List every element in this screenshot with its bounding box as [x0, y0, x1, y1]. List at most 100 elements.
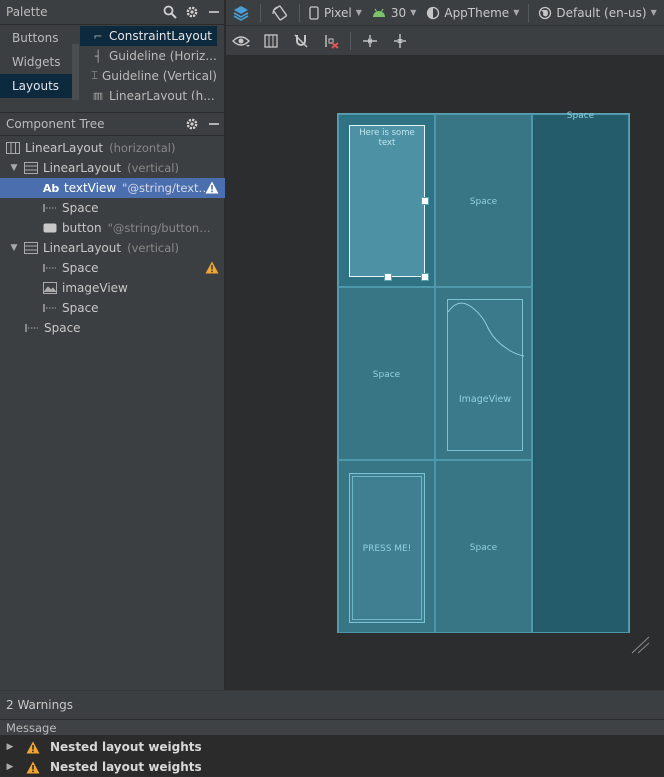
rotate-icon[interactable]	[265, 0, 295, 26]
palette-header: Palette	[0, 0, 225, 25]
pack-vertical-icon[interactable]	[385, 28, 415, 54]
tree-row-space[interactable]: Space	[0, 198, 225, 218]
space-label: Space	[372, 370, 401, 380]
layout-cell[interactable]: ImageView	[435, 287, 532, 460]
theme-dropdown[interactable]: AppTheme ▼	[421, 0, 524, 26]
palette-category-widgets[interactable]: Widgets	[0, 50, 72, 74]
tree-row-label: Space	[62, 301, 99, 315]
tree-row-textview[interactable]: Ab textView "@string/textV...	[0, 178, 225, 198]
layers-icon[interactable]	[226, 0, 256, 26]
warnings-column-header: Message	[0, 719, 664, 736]
chevron-down-icon: ▼	[355, 8, 362, 17]
tree-row-label: LinearLayout	[43, 241, 122, 255]
resize-corner-icon[interactable]	[630, 636, 650, 654]
tree-row-linearlayout-vertical[interactable]: ▼ LinearLayout (vertical)	[0, 158, 225, 178]
globe-icon	[539, 6, 552, 19]
tree-row-space[interactable]: Space	[0, 258, 225, 278]
tree-row-imageview[interactable]: imageView	[0, 278, 225, 298]
api-level-label: 30	[390, 5, 407, 20]
space-label: Space	[469, 543, 498, 553]
tree-row-sublabel: (vertical)	[127, 241, 179, 255]
warnings-title: 2 Warnings	[0, 691, 664, 719]
space-cell[interactable]: Space	[338, 287, 435, 460]
blueprint-icon[interactable]	[256, 28, 286, 54]
android-icon	[372, 8, 385, 17]
tree-row-sublabel: "@string/buttonTe...	[107, 221, 216, 235]
tree-row-space[interactable]: Space	[0, 318, 225, 338]
expand-arrow-icon[interactable]: ▶	[4, 762, 16, 772]
device-dropdown[interactable]: Pixel ▼	[304, 0, 367, 26]
warning-message: Nested layout weights	[50, 740, 202, 754]
expand-arrow-icon[interactable]: ▼	[8, 163, 20, 173]
constraint-icon: ⌐	[93, 29, 103, 43]
locale-dropdown[interactable]: Default (en-us) ▼	[533, 0, 661, 26]
resize-handle[interactable]	[384, 273, 392, 281]
palette-item-guideline-vertical[interactable]: ⌶ Guideline (Vertical)	[80, 66, 217, 86]
linearlayout-vertical-icon	[24, 242, 38, 254]
palette-item-linearlayout[interactable]: ▥ LinearLayout (h...	[80, 86, 217, 100]
space-cell[interactable]: Space	[532, 111, 629, 633]
tree-row-sublabel: (vertical)	[127, 161, 179, 175]
device-label: Pixel	[324, 5, 352, 20]
tree-row-label: LinearLayout	[43, 161, 122, 175]
layout-cell[interactable]: PRESS ME!	[338, 460, 435, 633]
imageview-preview[interactable]: ImageView	[447, 299, 524, 451]
clear-constraints-icon[interactable]	[316, 28, 346, 54]
warning-icon[interactable]	[205, 181, 219, 194]
palette-title: Palette	[6, 5, 48, 19]
imageview-label: ImageView	[458, 394, 512, 405]
api-level-dropdown[interactable]: 30 ▼	[367, 0, 421, 26]
search-icon[interactable]	[159, 1, 181, 23]
theme-icon	[427, 6, 440, 19]
linearlayout-icon: ▥	[92, 89, 104, 101]
palette-categories: Buttons Widgets Layouts	[0, 26, 72, 98]
palette-scrollbar[interactable]	[72, 44, 79, 100]
palette-item-label: Guideline (Vertical)	[102, 69, 217, 83]
toolbar-separator	[260, 3, 261, 22]
palette-item-label: Guideline (Horiz...	[109, 49, 217, 63]
gear-icon[interactable]	[181, 1, 203, 23]
space-cell[interactable]: Space	[435, 114, 532, 287]
magnet-off-icon[interactable]	[286, 28, 316, 54]
resize-handle[interactable]	[421, 273, 429, 281]
component-tree-header: Component Tree	[0, 112, 225, 136]
palette-category-buttons[interactable]: Buttons	[0, 26, 72, 50]
layout-cell[interactable]: Here is some text	[338, 114, 435, 287]
palette-item-constraintlayout[interactable]: ⌐ ConstraintLayout	[80, 26, 217, 46]
space-cell[interactable]: Space	[435, 460, 532, 633]
palette-item-label: LinearLayout (h...	[109, 89, 215, 100]
device-frame[interactable]: Here is some text Space PRESS ME! Space …	[337, 111, 630, 633]
tree-row-linearlayout-vertical[interactable]: ▼ LinearLayout (vertical)	[0, 238, 225, 258]
tree-row-space[interactable]: Space	[0, 298, 225, 318]
tree-row-linearlayout-horizontal[interactable]: LinearLayout (horizontal)	[0, 138, 225, 158]
space-icon	[43, 202, 57, 214]
expand-arrow-icon[interactable]: ▶	[4, 742, 16, 752]
space-icon	[25, 322, 39, 334]
warnings-panel: 2 Warnings Message ▶ Nested layout weigh…	[0, 690, 664, 776]
component-tree-list: LinearLayout (horizontal) ▼ LinearLayout…	[0, 138, 225, 338]
tree-row-label: button	[62, 221, 102, 235]
warning-row[interactable]: ▶ Nested layout weights	[0, 757, 664, 777]
resize-handle[interactable]	[421, 197, 429, 205]
textview-preview[interactable]: Here is some text	[349, 125, 429, 281]
palette-category-layouts[interactable]: Layouts	[0, 74, 72, 98]
textview-icon: Ab	[42, 181, 60, 195]
pack-horizontal-icon[interactable]	[355, 28, 385, 54]
expand-arrow-icon[interactable]: ▼	[8, 243, 20, 253]
warning-icon[interactable]	[205, 261, 219, 274]
image-curve-icon	[448, 302, 524, 357]
minimize-icon[interactable]	[203, 113, 225, 135]
minimize-icon[interactable]	[203, 1, 225, 23]
tree-row-button[interactable]: button "@string/buttonTe...	[0, 218, 225, 238]
warning-icon	[26, 761, 40, 773]
phone-icon	[309, 5, 319, 20]
warning-row[interactable]: ▶ Nested layout weights	[0, 737, 664, 757]
eye-icon[interactable]	[226, 28, 256, 54]
layout-toolbar	[226, 26, 664, 56]
tree-row-label: Space	[62, 261, 99, 275]
palette-item-guideline-horizontal[interactable]: ┤ Guideline (Horiz...	[80, 46, 217, 66]
button-preview-label: PRESS ME!	[362, 544, 412, 554]
space-label: Space	[566, 111, 595, 121]
gear-icon[interactable]	[181, 113, 203, 135]
button-preview[interactable]: PRESS ME!	[349, 473, 425, 623]
